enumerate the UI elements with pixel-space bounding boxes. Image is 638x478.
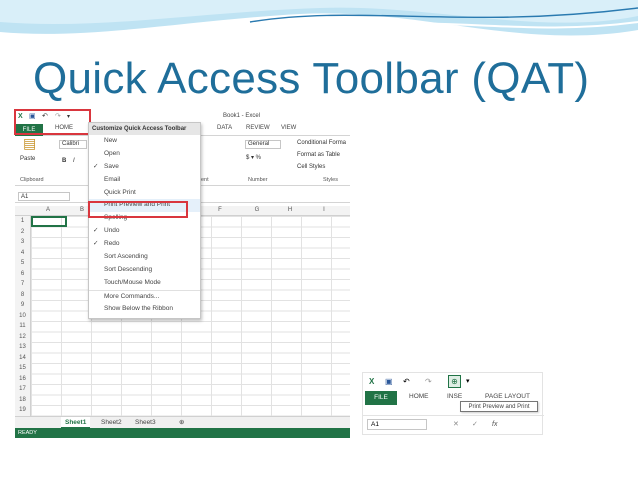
row-header[interactable]: 1 bbox=[15, 216, 30, 227]
customize-dropdown-icon[interactable]: ▾ bbox=[466, 377, 470, 387]
menu-item-undo[interactable]: ✓ Undo bbox=[89, 225, 200, 238]
cell-styles-button[interactable]: Cell Styles bbox=[297, 164, 325, 170]
status-bar: READY bbox=[15, 428, 350, 438]
menu-item-show-below-ribbon[interactable]: Show Below the Ribbon bbox=[89, 303, 200, 316]
column-header[interactable]: A bbox=[33, 207, 63, 213]
row-header[interactable]: 6 bbox=[15, 269, 30, 280]
column-header[interactable]: H bbox=[275, 207, 305, 213]
tab-data[interactable]: DATA bbox=[217, 125, 232, 131]
menu-item-save[interactable]: ✓ Save bbox=[89, 161, 200, 174]
redo-icon[interactable]: ↷ bbox=[425, 377, 432, 387]
paste-button[interactable]: Paste bbox=[20, 156, 35, 162]
row-headers: 1 2 3 4 5 6 7 8 9 10 11 12 13 14 15 16 1… bbox=[15, 216, 31, 416]
qat-bar: X ▣ ↶ ↷ ⊕ ▾ bbox=[363, 373, 544, 390]
qat-highlight-box bbox=[14, 109, 91, 135]
save-icon[interactable]: ▣ bbox=[385, 377, 393, 387]
styles-group-label: Styles bbox=[323, 177, 338, 183]
column-header[interactable]: I bbox=[309, 207, 339, 213]
clipboard-group-label: Clipboard bbox=[20, 177, 44, 183]
window-title: Book1 - Excel bbox=[223, 113, 261, 119]
name-box[interactable]: A1 bbox=[18, 192, 70, 201]
menu-item-quick-print[interactable]: Quick Print bbox=[89, 187, 200, 200]
row-header[interactable]: 15 bbox=[15, 363, 30, 374]
row-header[interactable]: 18 bbox=[15, 395, 30, 406]
menu-item-sort-ascending[interactable]: Sort Ascending bbox=[89, 251, 200, 264]
tab-view[interactable]: VIEW bbox=[281, 125, 296, 131]
format-as-table-button[interactable]: Format as Table bbox=[297, 152, 340, 158]
menu-item-redo[interactable]: ✓ Redo bbox=[89, 238, 200, 251]
row-header[interactable]: 14 bbox=[15, 353, 30, 364]
row-header[interactable]: 10 bbox=[15, 311, 30, 322]
tab-page-layout[interactable]: PAGE LAYOUT bbox=[485, 393, 530, 400]
menu-item-new[interactable]: New bbox=[89, 135, 200, 148]
print-preview-highlight-box bbox=[88, 201, 188, 218]
row-header[interactable]: 13 bbox=[15, 342, 30, 353]
slide-title: Quick Access Toolbar (QAT) bbox=[33, 54, 590, 103]
check-icon: ✓ bbox=[93, 227, 99, 235]
currency-button[interactable]: $ ▾ % bbox=[246, 154, 261, 161]
row-header[interactable]: 16 bbox=[15, 374, 30, 385]
row-header[interactable]: 7 bbox=[15, 279, 30, 290]
column-header[interactable]: G bbox=[242, 207, 272, 213]
menu-item-email[interactable]: Email bbox=[89, 174, 200, 187]
name-box[interactable]: A1 bbox=[367, 419, 427, 430]
check-icon: ✓ bbox=[93, 162, 99, 170]
customize-qat-menu: Customize Quick Access Toolbar New Open … bbox=[88, 122, 201, 319]
column-header[interactable]: F bbox=[205, 207, 235, 213]
row-header[interactable]: 11 bbox=[15, 321, 30, 332]
print-preview-icon[interactable]: ⊕ bbox=[448, 375, 461, 388]
tab-review[interactable]: REVIEW bbox=[246, 125, 270, 131]
bold-button[interactable]: B bbox=[62, 158, 66, 164]
tab-home[interactable]: HOME bbox=[409, 393, 429, 400]
menu-item-open[interactable]: Open bbox=[89, 148, 200, 161]
tab-insert[interactable]: INSE bbox=[447, 393, 462, 400]
number-format-box[interactable]: General bbox=[245, 140, 281, 149]
check-icon: ✓ bbox=[93, 240, 99, 248]
font-name-box[interactable]: Calibri bbox=[59, 140, 87, 149]
qat-result-screenshot: X ▣ ↶ ↷ ⊕ ▾ FILE HOME INSE PAGE LAYOUT A… bbox=[362, 372, 544, 435]
row-header[interactable]: 17 bbox=[15, 384, 30, 395]
row-header[interactable]: 2 bbox=[15, 227, 30, 238]
row-header[interactable]: 4 bbox=[15, 248, 30, 259]
selected-cell[interactable] bbox=[31, 216, 67, 227]
menu-item-more-commands[interactable]: More Commands... bbox=[89, 289, 200, 303]
number-group-label: Number bbox=[248, 177, 268, 183]
undo-icon[interactable]: ↶ bbox=[403, 377, 410, 387]
row-header[interactable]: 3 bbox=[15, 237, 30, 248]
fx-icon[interactable]: fx bbox=[492, 420, 497, 430]
row-header[interactable]: 19 bbox=[15, 405, 30, 416]
cancel-icon[interactable]: ✕ bbox=[453, 420, 459, 430]
tooltip: Print Preview and Print bbox=[460, 401, 538, 412]
formula-bar: A1 ✕ ✓ fx bbox=[363, 415, 544, 430]
row-header[interactable]: 5 bbox=[15, 258, 30, 269]
row-header[interactable]: 8 bbox=[15, 290, 30, 301]
paste-icon[interactable]: ▤ bbox=[23, 136, 36, 150]
enter-icon[interactable]: ✓ bbox=[472, 420, 478, 430]
conditional-formatting-button[interactable]: Conditional Forma bbox=[297, 140, 346, 146]
excel-logo-icon: X bbox=[369, 377, 375, 386]
alignment-group-label: ent bbox=[201, 177, 209, 183]
sheet-tabs: Sheet1 Sheet2 Sheet3 ⊕ bbox=[15, 416, 350, 429]
italic-button[interactable]: I bbox=[73, 158, 75, 164]
row-header[interactable]: 12 bbox=[15, 332, 30, 343]
menu-header: Customize Quick Access Toolbar bbox=[89, 123, 200, 135]
menu-item-sort-descending[interactable]: Sort Descending bbox=[89, 264, 200, 277]
menu-item-touch-mouse-mode[interactable]: Touch/Mouse Mode bbox=[89, 277, 200, 290]
row-header[interactable]: 9 bbox=[15, 300, 30, 311]
